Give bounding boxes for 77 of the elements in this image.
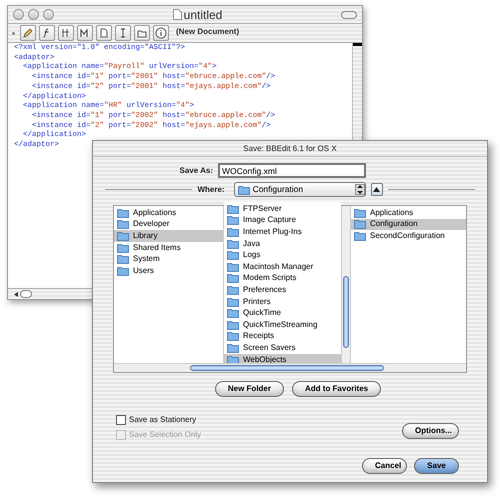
document-status: (New Document) [176, 26, 240, 38]
browser-item[interactable]: Preferences [224, 284, 341, 296]
document-icon [172, 9, 182, 20]
default-button[interactable]: Save [414, 458, 459, 474]
parent-folder-button[interactable] [370, 183, 383, 196]
left-arrow-icon[interactable] [14, 292, 18, 296]
browser-item[interactable]: System [114, 253, 223, 265]
folder-icon [117, 208, 129, 218]
browser-item[interactable]: Logs [224, 249, 341, 261]
browser-item[interactable]: SecondConfiguration [351, 230, 466, 242]
browser-item[interactable]: Macintosh Manager [224, 260, 341, 273]
browser-item[interactable]: WebObjects [224, 354, 341, 363]
window-control-icon[interactable] [13, 9, 24, 20]
folder-icon [227, 308, 239, 318]
folder-icon [117, 254, 129, 264]
browser-item[interactable]: Shared Items [114, 242, 223, 254]
folder-icon [227, 238, 239, 249]
browser-item[interactable]: Modem Scripts [224, 272, 341, 284]
browser-item[interactable]: Receipts [224, 330, 341, 342]
folder-icon [227, 296, 239, 307]
browser-item[interactable]: Configuration [351, 218, 466, 230]
window-control-icon[interactable] [28, 9, 39, 20]
up-triangle-icon [373, 187, 380, 192]
checkbox-label: Save as Stationery [129, 414, 196, 426]
vertical-scrollbar[interactable] [341, 206, 350, 363]
folder-icon [227, 320, 239, 330]
window-control-icon[interactable] [43, 9, 54, 20]
folder-icon [354, 219, 366, 230]
folder-icon [227, 273, 239, 284]
toolbar-button[interactable] [96, 25, 112, 41]
folder-icon [238, 184, 250, 194]
browser-item[interactable]: QuickTime [224, 307, 341, 319]
file-name-field[interactable]: WOConfig.xml [218, 163, 366, 178]
folder-icon [117, 266, 129, 276]
browser-button[interactable]: New Folder [214, 381, 284, 397]
pencil-icon [21, 26, 35, 40]
browser-item[interactable]: Developer [114, 218, 223, 230]
toolbar-button[interactable] [153, 25, 169, 41]
folder-icon [227, 331, 239, 342]
browser-item[interactable]: Screen Savers [224, 342, 341, 354]
window-title: untitled [184, 6, 222, 24]
toolbar-button[interactable] [134, 25, 150, 41]
folder-icon [227, 284, 239, 295]
browser-item[interactable]: Users [114, 264, 223, 277]
browser-button[interactable]: Add to Favorites [292, 381, 382, 397]
info-icon [154, 26, 168, 40]
dialog-button[interactable]: Cancel [362, 458, 407, 474]
folder-icon [227, 250, 239, 260]
folder-icon [227, 215, 239, 226]
browser-item[interactable]: Applications [351, 207, 466, 219]
toolbar-button[interactable] [39, 25, 55, 41]
browser-item[interactable]: FTPServer [224, 203, 341, 215]
horizontal-scrollbar[interactable] [114, 363, 466, 372]
dialog-title: Save: BBEdit 6.1 for OS X [93, 141, 487, 157]
browser-item[interactable]: Printers [224, 296, 341, 308]
folder-icon [227, 204, 239, 214]
browser-item[interactable]: QuickTimeStreaming [224, 318, 341, 331]
folder-icon [227, 262, 239, 272]
folder-icon [227, 226, 239, 237]
browser-item[interactable]: Image Capture [224, 214, 341, 226]
toolbar-button[interactable] [20, 25, 36, 41]
checkbox-label: Save Selection Only [129, 429, 202, 441]
browser-item[interactable]: Internet Plug-Ins [224, 226, 341, 238]
save-as-label: Save As: [178, 164, 213, 176]
checkbox[interactable] [116, 415, 126, 425]
options-button[interactable]: Options... [402, 423, 459, 439]
folder-icon [117, 230, 129, 241]
where-popup[interactable]: Configuration [234, 182, 366, 197]
browser-item[interactable]: Applications [114, 207, 223, 219]
toolbar-button[interactable] [77, 25, 93, 41]
stepper-icon [354, 184, 365, 195]
where-label: Where: [197, 184, 226, 196]
scroll-thumb[interactable] [20, 290, 32, 298]
toolbar-button[interactable] [115, 25, 131, 41]
toolbar-toggle-icon[interactable] [341, 10, 357, 18]
browser-item[interactable]: Java [224, 238, 341, 250]
browser-item[interactable]: Library [114, 230, 223, 242]
